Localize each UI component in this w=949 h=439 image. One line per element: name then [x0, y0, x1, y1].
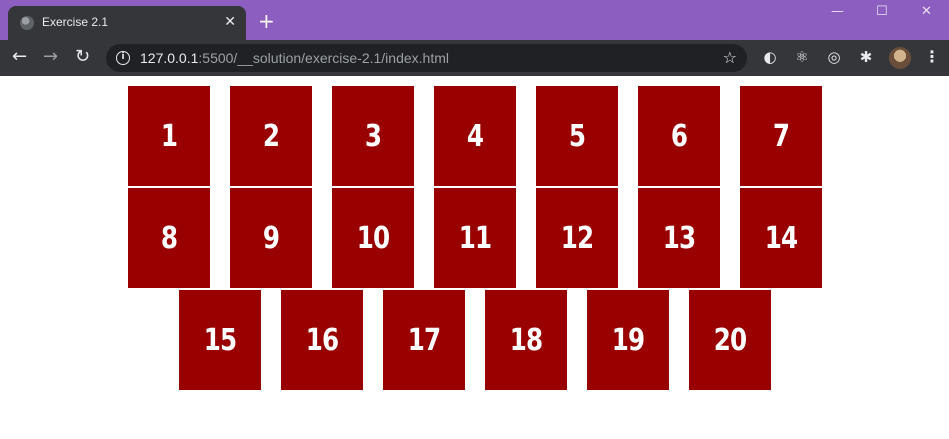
page-content: 1 2 3 4 5 6 7 8 9 10 11 12 13 14 15 16 1…: [0, 76, 949, 439]
grid-box: 3: [332, 86, 414, 186]
url-path: :5500/__solution/exercise-2.1/index.html: [198, 50, 449, 66]
globe-icon: [20, 16, 34, 30]
grid-box: 9: [230, 188, 312, 288]
target-icon[interactable]: ◎: [825, 48, 843, 66]
info-icon[interactable]: i: [116, 51, 130, 65]
box-number: 7: [772, 118, 790, 154]
grid-box: 20: [689, 290, 771, 390]
bookmark-star-icon[interactable]: ☆: [723, 48, 737, 68]
box-number: 18: [509, 322, 543, 358]
grid-box: 18: [485, 290, 567, 390]
grid-box: 17: [383, 290, 465, 390]
browser-tab[interactable]: Exercise 2.1 ✕: [8, 6, 246, 40]
box-number: 15: [203, 322, 237, 358]
new-tab-button[interactable]: +: [258, 10, 275, 32]
box-number: 3: [364, 118, 382, 154]
box-number: 13: [662, 220, 696, 256]
back-button[interactable]: ←: [12, 46, 27, 68]
reload-button[interactable]: ↻: [75, 46, 90, 68]
address-bar[interactable]: i 127.0.0.1:5500/__solution/exercise-2.1…: [106, 44, 747, 72]
box-number: 17: [407, 322, 441, 358]
box-number: 5: [568, 118, 586, 154]
grid-box: 14: [740, 188, 822, 288]
tab-title: Exercise 2.1: [42, 15, 109, 29]
browser-toolbar: ← → ↻ i 127.0.0.1:5500/__solution/exerci…: [0, 40, 949, 76]
box-number: 6: [670, 118, 688, 154]
box-number: 8: [160, 220, 178, 256]
profile-avatar[interactable]: [889, 47, 911, 69]
grid-box: 19: [587, 290, 669, 390]
grid-box: 4: [434, 86, 516, 186]
grid-box: 15: [179, 290, 261, 390]
grid-box: 16: [281, 290, 363, 390]
minimize-window-button[interactable]: —: [831, 4, 844, 20]
grid-box: 6: [638, 86, 720, 186]
browser-title-bar: Exercise 2.1 ✕ + — ☐ ✕: [0, 0, 949, 40]
grid-box: 13: [638, 188, 720, 288]
puzzle-icon[interactable]: ✱: [857, 48, 875, 66]
browser-menu-icon[interactable]: ⋮: [924, 47, 940, 67]
grid-box: 12: [536, 188, 618, 288]
grid-box: 10: [332, 188, 414, 288]
box-number: 14: [764, 220, 798, 256]
box-number: 10: [356, 220, 390, 256]
forward-button[interactable]: →: [43, 46, 58, 68]
grid-box: 7: [740, 86, 822, 186]
close-tab-icon[interactable]: ✕: [224, 13, 236, 31]
close-window-button[interactable]: ✕: [921, 4, 932, 20]
box-number: 20: [713, 322, 747, 358]
box-number: 12: [560, 220, 594, 256]
url-host: 127.0.0.1: [140, 50, 199, 66]
url-text[interactable]: 127.0.0.1:5500/__solution/exercise-2.1/i…: [140, 50, 449, 66]
box-number: 2: [262, 118, 280, 154]
react-devtools-icon[interactable]: ⚛: [793, 48, 811, 66]
grid-box: 8: [128, 188, 210, 288]
box-number: 1: [160, 118, 178, 154]
maximize-window-button[interactable]: ☐: [876, 4, 888, 20]
box-number: 4: [466, 118, 484, 154]
box-number: 19: [611, 322, 645, 358]
grid-box: 11: [434, 188, 516, 288]
box-number: 9: [262, 220, 280, 256]
box-number: 16: [305, 322, 339, 358]
grid-box: 1: [128, 86, 210, 186]
grid-box: 2: [230, 86, 312, 186]
grid-box: 5: [536, 86, 618, 186]
extension-1-icon[interactable]: ◐: [761, 48, 779, 66]
box-number: 11: [458, 220, 492, 256]
